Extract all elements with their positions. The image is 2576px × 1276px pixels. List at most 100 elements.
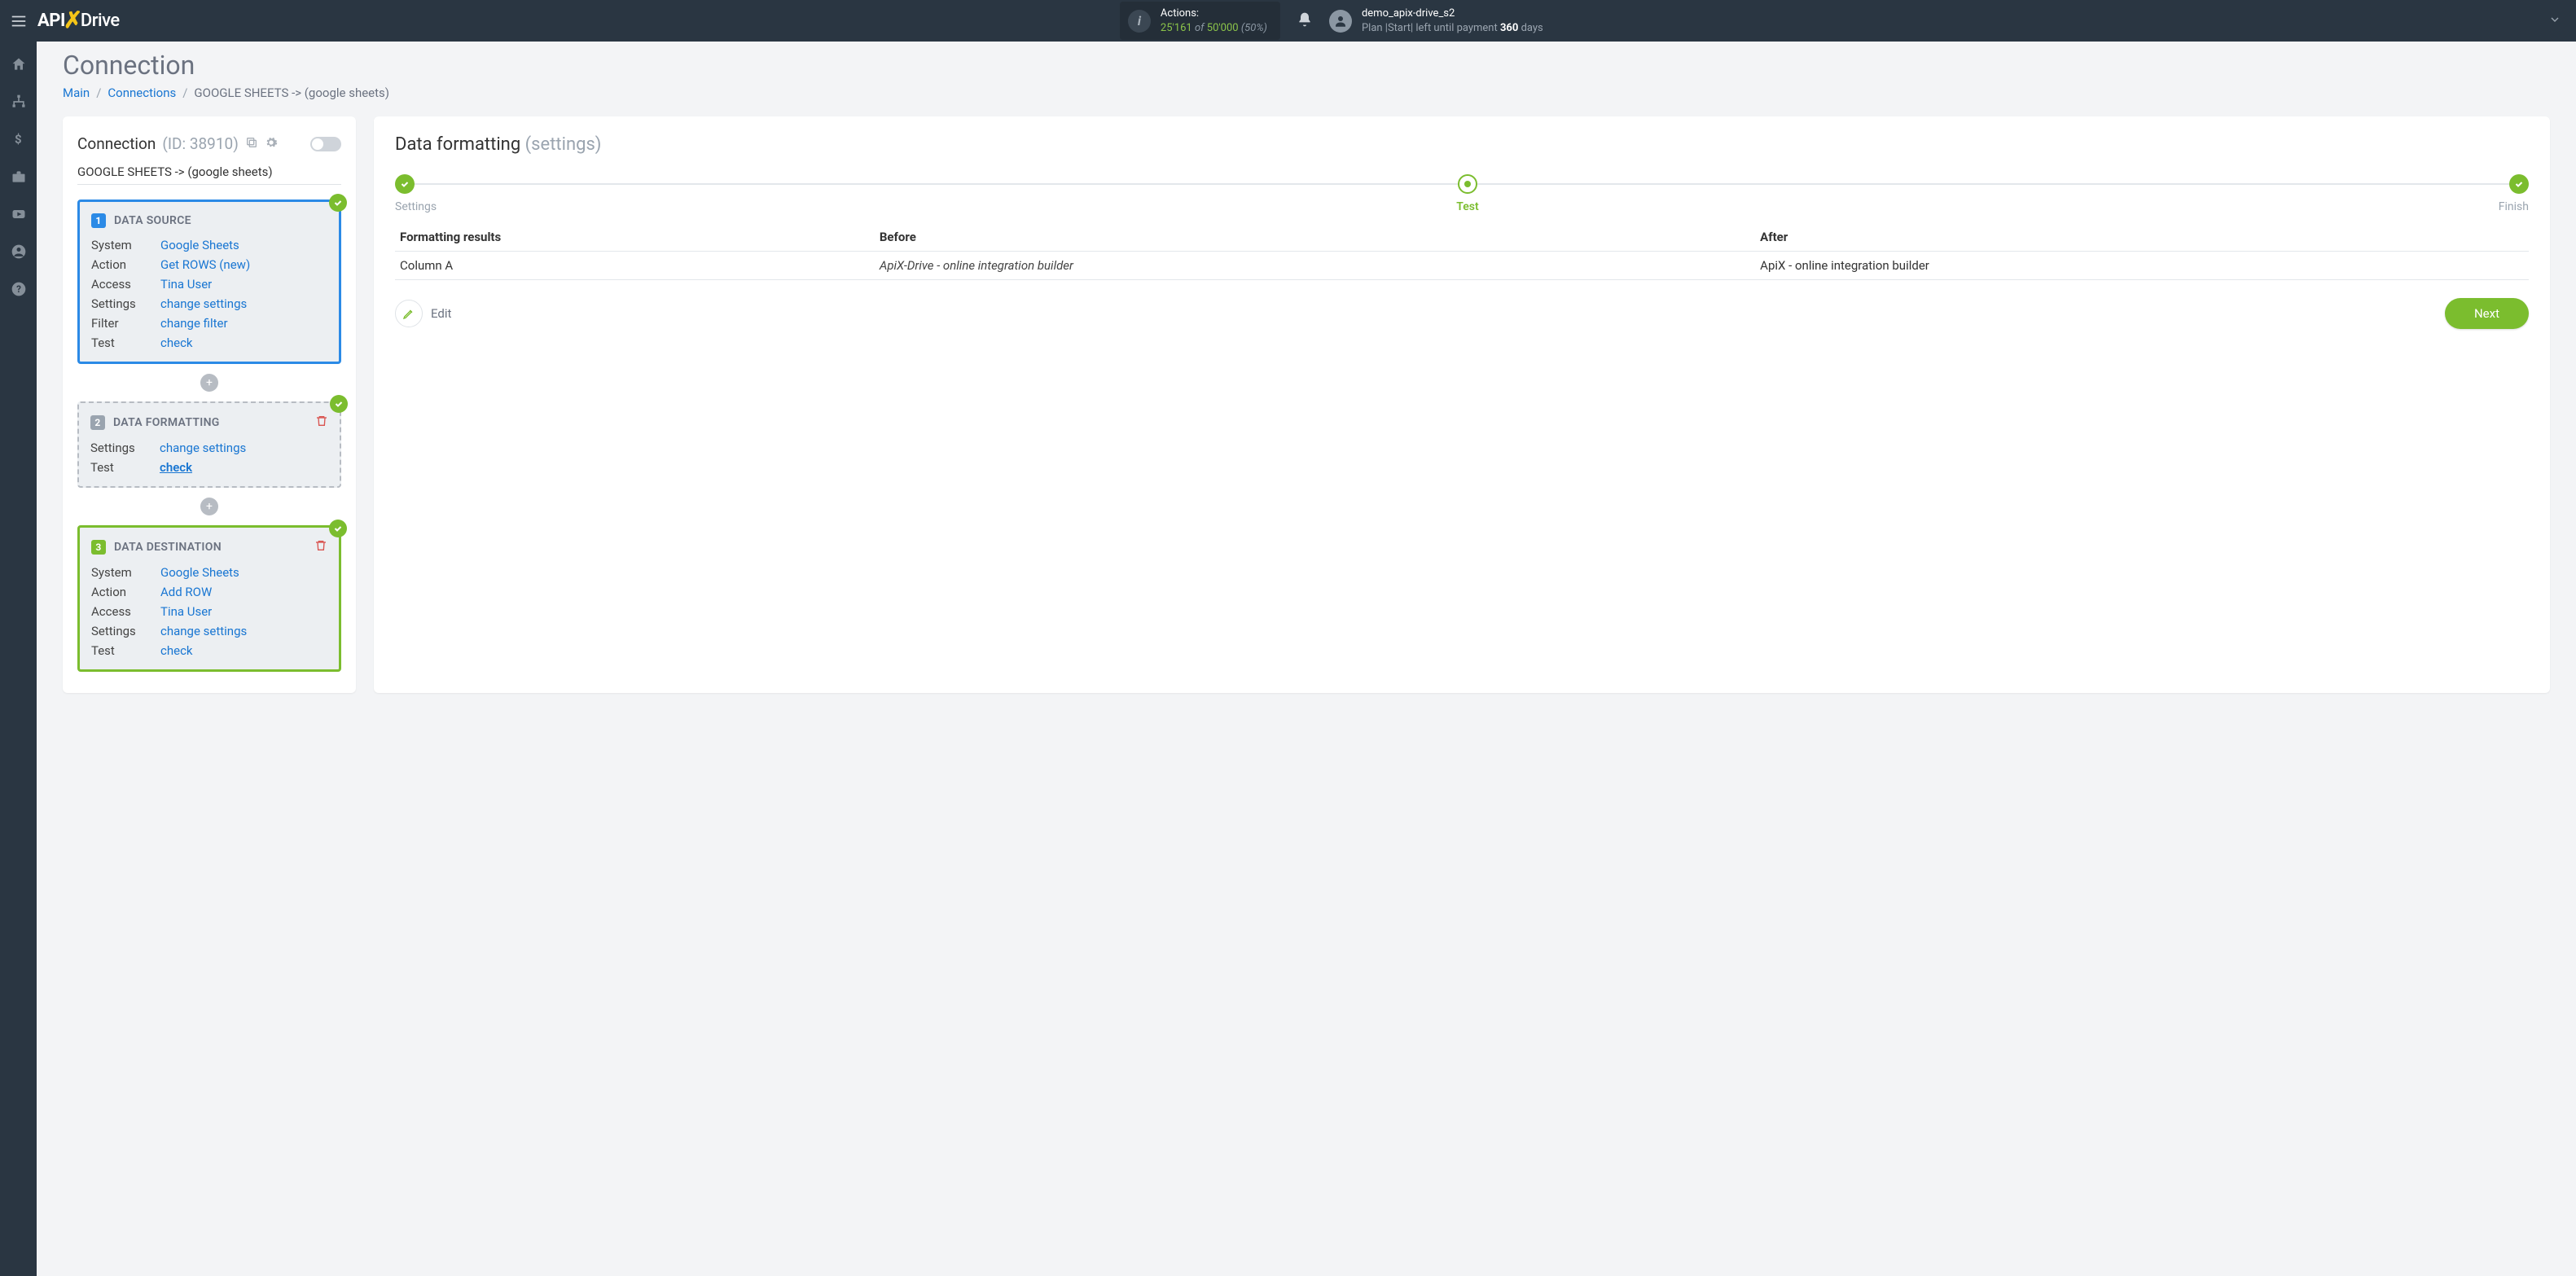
kv-link[interactable]: change settings — [160, 441, 246, 455]
panel-subtitle: (settings) — [525, 134, 602, 155]
connection-id: (ID: 38910) — [162, 134, 238, 153]
node-title: DATA FORMATTING — [113, 416, 220, 429]
trash-icon[interactable] — [314, 539, 327, 555]
actions-current: 25'161 — [1161, 22, 1192, 34]
topbar: API✗Drive i Actions: 25'161 of 50'000 (5… — [0, 0, 2576, 42]
info-icon: i — [1128, 10, 1151, 33]
th-results: Formatting results — [395, 223, 875, 252]
node-title: DATA SOURCE — [114, 214, 191, 227]
kv-link[interactable]: check — [160, 335, 193, 350]
node-data-formatting[interactable]: 2 DATA FORMATTING Settingschange setting… — [77, 401, 341, 488]
next-button[interactable]: Next — [2445, 298, 2529, 329]
svg-text:$: $ — [15, 132, 22, 147]
kv-key: Action — [91, 257, 160, 272]
edit-button[interactable]: Edit — [395, 300, 451, 327]
actions-label: Actions: — [1161, 7, 1267, 21]
node-title: DATA DESTINATION — [114, 541, 222, 554]
breadcrumb: Main / Connections / GOOGLE SHEETS -> (g… — [63, 86, 2550, 100]
actions-total: 50'000 — [1207, 22, 1239, 34]
rail-help-icon[interactable]: ? — [11, 281, 27, 300]
th-after: After — [1755, 223, 2529, 252]
actions-counter[interactable]: i Actions: 25'161 of 50'000 (50%) — [1120, 2, 1280, 40]
kv-key: Access — [91, 277, 160, 292]
step-number: 2 — [90, 415, 105, 430]
step-test[interactable]: Test — [1456, 174, 1478, 213]
breadcrumb-main[interactable]: Main — [63, 86, 90, 100]
trash-icon[interactable] — [315, 414, 328, 431]
kv-link[interactable]: Tina User — [160, 604, 212, 619]
kv-key: Test — [91, 643, 160, 658]
kv-key: Test — [90, 460, 160, 475]
connection-toggle[interactable] — [310, 137, 341, 151]
kv-link[interactable]: check — [160, 460, 192, 475]
bell-icon[interactable] — [1297, 11, 1313, 31]
kv-key: Settings — [91, 624, 160, 638]
user-plan: Plan |Start| left until payment 360 days — [1362, 21, 1543, 36]
rail-home-icon[interactable] — [11, 56, 27, 76]
cell-col: Column A — [395, 252, 875, 280]
kv-link[interactable]: change filter — [160, 316, 228, 331]
breadcrumb-current: GOOGLE SHEETS -> (google sheets) — [194, 86, 389, 100]
settings-panel: Data formatting (settings) Settings Test — [374, 116, 2550, 693]
breadcrumb-connections[interactable]: Connections — [108, 86, 176, 100]
sidebar-rail: $ ? — [0, 42, 37, 1276]
rail-briefcase-icon[interactable] — [11, 169, 27, 188]
rail-account-icon[interactable] — [11, 243, 27, 263]
kv-link[interactable]: Tina User — [160, 277, 212, 292]
kv-link[interactable]: Add ROW — [160, 585, 212, 599]
gear-icon[interactable] — [265, 134, 278, 153]
page-title: Connection — [63, 50, 2550, 81]
actions-pct: (50%) — [1241, 22, 1267, 34]
cell-before: ApiX-Drive - online integration builder — [875, 252, 1755, 280]
add-step-button[interactable]: + — [200, 498, 218, 515]
rail-billing-icon[interactable]: $ — [11, 131, 27, 151]
stepper: Settings Test Finish — [395, 174, 2529, 202]
pencil-icon — [395, 300, 423, 327]
check-icon — [329, 520, 347, 537]
step-number: 3 — [91, 540, 106, 555]
svg-text:?: ? — [16, 283, 21, 295]
kv-link[interactable]: check — [160, 643, 193, 658]
rail-connections-icon[interactable] — [11, 94, 27, 113]
kv-link[interactable]: Google Sheets — [160, 565, 239, 580]
node-data-source[interactable]: 1 DATA SOURCE SystemGoogle SheetsActionG… — [77, 200, 341, 364]
kv-key: Action — [91, 585, 160, 599]
copy-icon[interactable] — [245, 134, 258, 153]
add-step-button[interactable]: + — [200, 374, 218, 392]
user-menu[interactable]: demo_apix-drive_s2 Plan |Start| left unt… — [1329, 7, 1543, 35]
cell-after: ApiX - online integration builder — [1755, 252, 2529, 280]
kv-key: Settings — [90, 441, 160, 455]
check-icon — [330, 395, 348, 413]
edit-label: Edit — [431, 306, 451, 321]
logo[interactable]: API✗Drive — [37, 7, 120, 34]
kv-link[interactable]: Get ROWS (new) — [160, 257, 250, 272]
step-settings[interactable]: Settings — [395, 174, 437, 213]
hamburger-icon — [10, 12, 28, 30]
kv-key: Access — [91, 604, 160, 619]
user-name: demo_apix-drive_s2 — [1362, 7, 1543, 21]
kv-key: System — [91, 565, 160, 580]
pipeline-card: Connection (ID: 38910) GOOGLE SHEETS -> … — [63, 116, 356, 693]
kv-key: Settings — [91, 296, 160, 311]
rail-video-icon[interactable] — [11, 206, 27, 226]
kv-link[interactable]: change settings — [160, 624, 247, 638]
results-table: Formatting results Before After Column A… — [395, 223, 2529, 280]
panel-title: Data formatting — [395, 134, 520, 155]
kv-link[interactable]: Google Sheets — [160, 238, 239, 252]
chevron-down-icon[interactable] — [2543, 13, 2566, 29]
check-icon — [329, 194, 347, 212]
node-data-destination[interactable]: 3 DATA DESTINATION SystemGoogle SheetsAc… — [77, 525, 341, 672]
kv-key: System — [91, 238, 160, 252]
step-number: 1 — [91, 213, 106, 228]
table-row: Column AApiX-Drive - online integration … — [395, 252, 2529, 280]
avatar-icon — [1329, 10, 1352, 33]
connection-subtitle: GOOGLE SHEETS -> (google sheets) — [77, 164, 341, 185]
kv-link[interactable]: change settings — [160, 296, 247, 311]
th-before: Before — [875, 223, 1755, 252]
actions-of: of — [1195, 22, 1205, 34]
kv-key: Test — [91, 335, 160, 350]
connection-title: Connection — [77, 134, 156, 153]
menu-toggle[interactable] — [10, 12, 28, 30]
step-finish[interactable]: Finish — [2499, 174, 2529, 213]
kv-key: Filter — [91, 316, 160, 331]
